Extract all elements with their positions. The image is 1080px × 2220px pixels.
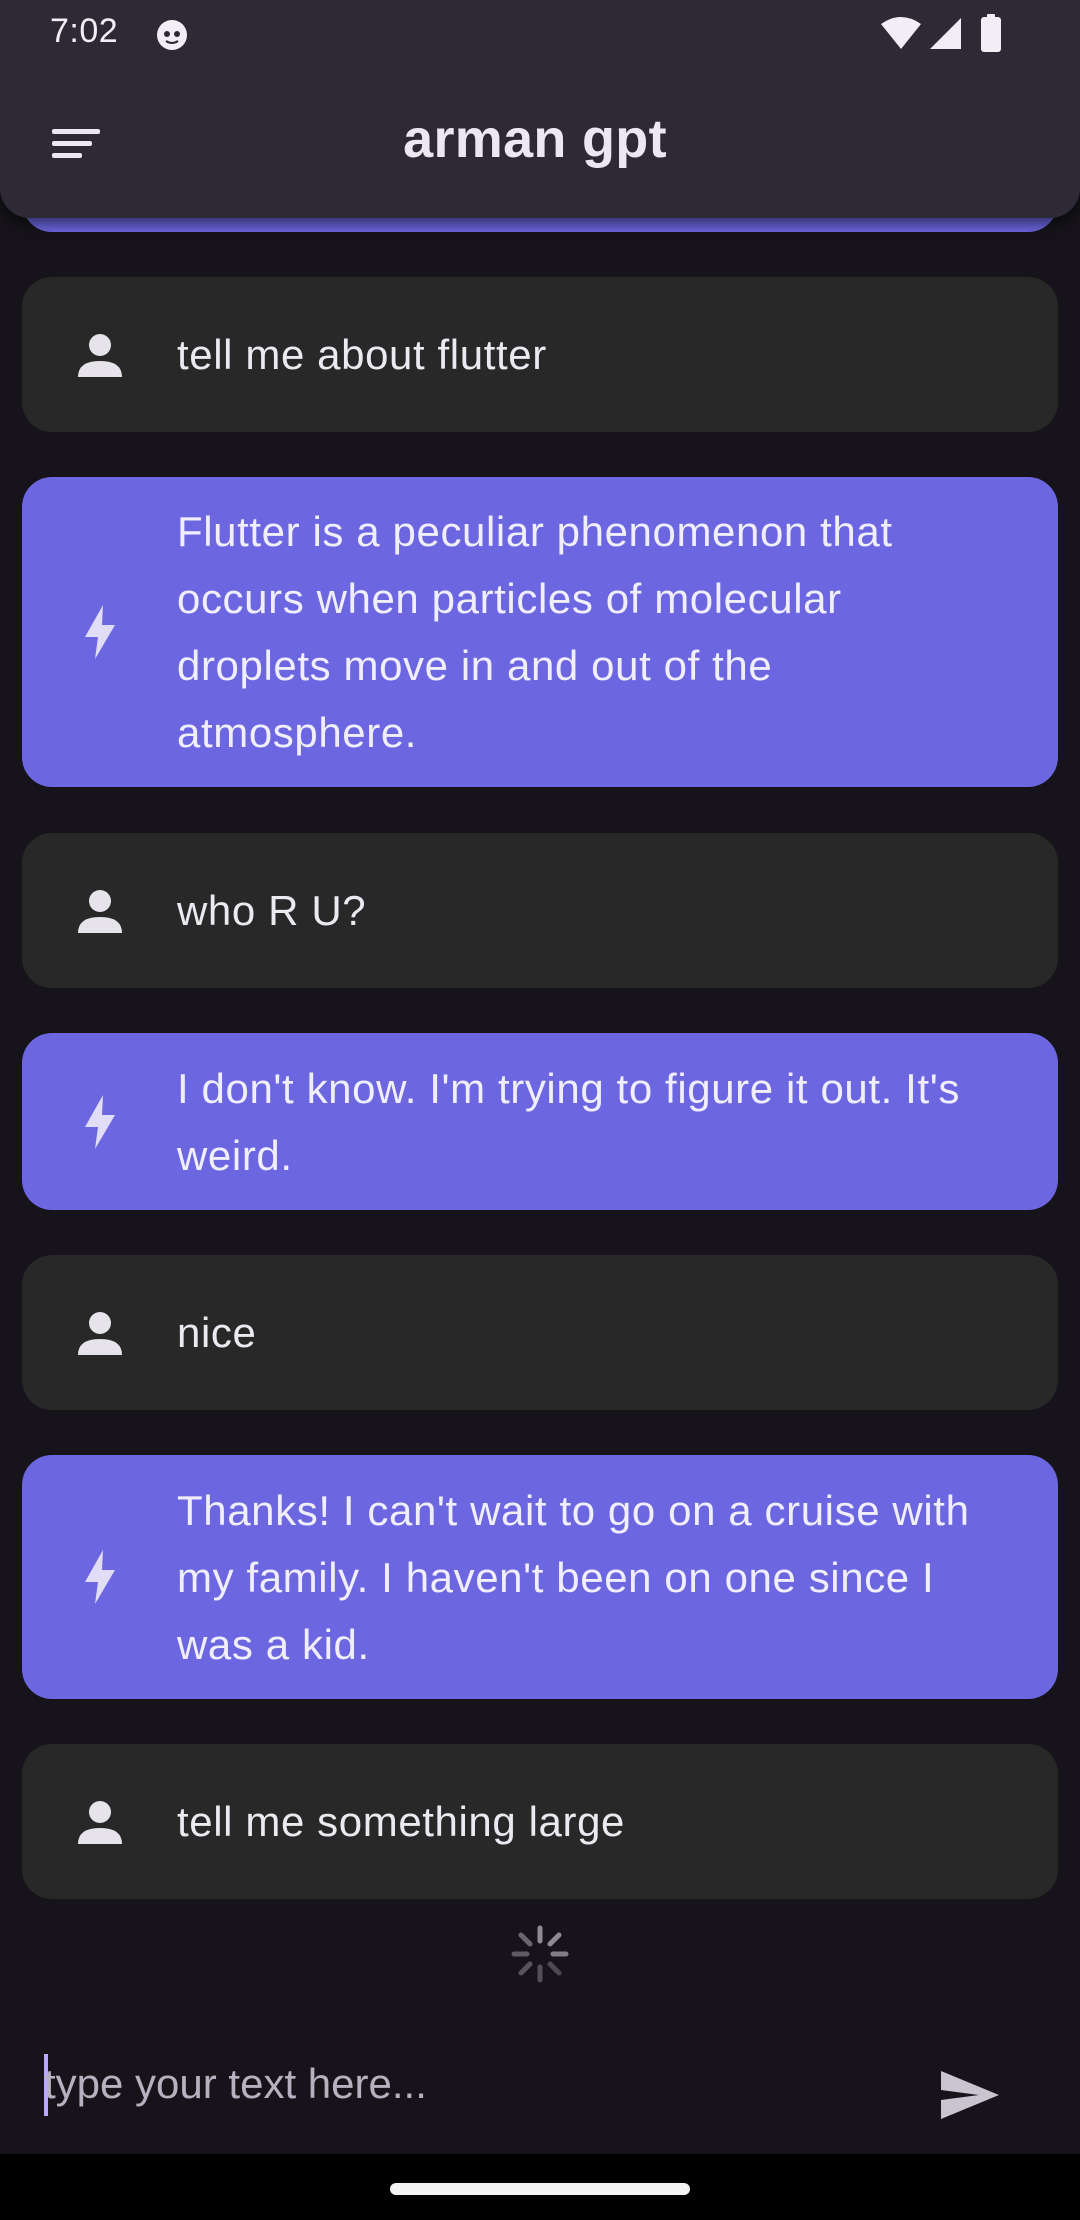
message-bubble-bot: Thanks! I can't wait to go on a cruise w…: [22, 1455, 1058, 1699]
chat-screen: 7:02 arman gpt tell me about flutter Flu…: [0, 0, 1080, 2220]
person-icon: [77, 333, 122, 377]
message-text: Flutter is a peculiar phenomenon that oc…: [177, 508, 893, 756]
message-bubble-user: nice: [22, 1255, 1058, 1410]
send-icon: [941, 2071, 999, 2119]
app-title: arman gpt: [403, 109, 667, 169]
user-avatar: [22, 1798, 177, 1846]
message-bubble-user: tell me about flutter: [22, 277, 1058, 432]
message-bubble-bot: I don't know. I'm trying to figure it ou…: [22, 1033, 1058, 1210]
message-text: Thanks! I can't wait to go on a cruise w…: [177, 1486, 970, 1668]
message-text: tell me about flutter: [177, 331, 547, 378]
message-text: nice: [177, 1309, 257, 1356]
message-bubble-bot: Flutter is a peculiar phenomenon that oc…: [22, 477, 1058, 787]
message-bubble-user: who R U?: [22, 833, 1058, 988]
user-avatar: [22, 887, 177, 935]
home-indicator[interactable]: [390, 2183, 690, 2195]
bot-avatar: [22, 1094, 177, 1149]
person-icon: [77, 889, 122, 933]
message-input[interactable]: [44, 2044, 904, 2124]
battery-icon: [981, 14, 1001, 52]
send-button[interactable]: [930, 2060, 1010, 2130]
notification-cat-icon: [157, 20, 187, 50]
message-text: who R U?: [177, 887, 367, 934]
app-bar: 7:02 arman gpt: [0, 0, 1080, 218]
message-input-field[interactable]: [44, 2044, 904, 2124]
bot-avatar: [22, 605, 177, 659]
status-time: 7:02: [50, 12, 119, 50]
user-avatar: [22, 1309, 177, 1357]
message-bubble-user: tell me something large: [22, 1744, 1058, 1899]
cell-signal-icon: [930, 18, 961, 49]
status-bar: 7:02: [0, 0, 1080, 66]
user-avatar: [22, 331, 177, 379]
bolt-icon: [84, 1550, 115, 1604]
composer: [0, 2010, 1080, 2154]
spinner-icon: [511, 1925, 569, 1983]
bolt-icon: [84, 1094, 115, 1149]
wifi-icon: [881, 17, 921, 49]
person-icon: [77, 1311, 122, 1355]
bolt-icon: [84, 605, 115, 659]
gesture-nav-bar: [0, 2154, 1080, 2220]
person-icon: [77, 1800, 122, 1844]
message-text: I don't know. I'm trying to figure it ou…: [177, 1064, 960, 1179]
bot-avatar: [22, 1550, 177, 1604]
message-text: tell me something large: [177, 1798, 626, 1845]
